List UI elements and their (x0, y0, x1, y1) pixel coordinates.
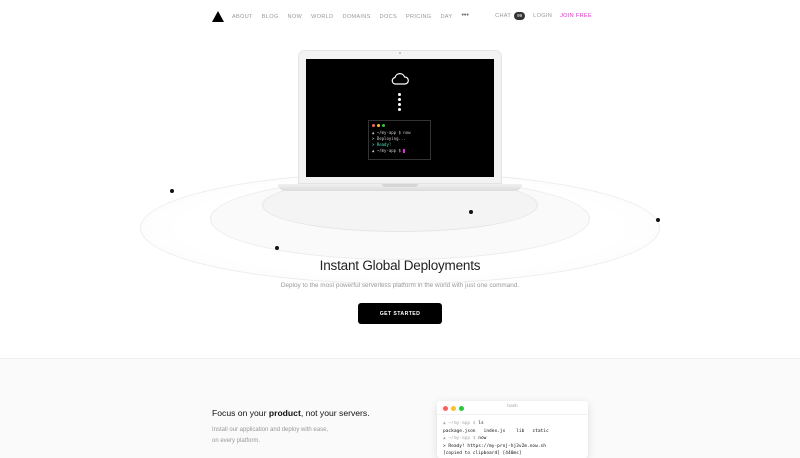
minimize-dot-icon (377, 124, 380, 127)
chat-link[interactable]: CHAT (495, 13, 511, 19)
nav-actions: CHAT 99 LOGIN JOIN FREE (495, 12, 592, 20)
nav-link-day[interactable]: DAY (440, 13, 452, 21)
terminal-prompt: ▲ ~/my-app $ (372, 148, 404, 153)
window-controls (372, 124, 427, 127)
nav-link-now[interactable]: NOW (288, 13, 303, 21)
terminal-line: ▲ ~/my-app $ (372, 148, 427, 154)
more-dots-icon[interactable]: ••• (461, 12, 468, 21)
nav-link-pricing[interactable]: PRICING (406, 13, 431, 21)
orbit-dot (275, 246, 279, 250)
laptop-notch (382, 184, 418, 187)
hero-subtitle: Deploy to the most powerful serverless p… (280, 282, 520, 289)
terminal-titlebar: bash (437, 401, 588, 415)
nav-links: ABOUT BLOG NOW WORLD DOMAINS DOCS PRICIN… (232, 12, 469, 21)
nav-link-blog[interactable]: BLOG (262, 13, 279, 21)
get-started-button[interactable]: GET STARTED (358, 303, 442, 324)
maximize-dot-icon (382, 124, 385, 127)
feature-section (0, 358, 800, 458)
nav-link-world[interactable]: WORLD (311, 13, 333, 21)
top-nav: ABOUT BLOG NOW WORLD DOMAINS DOCS PRICIN… (0, 0, 800, 34)
close-dot-icon (372, 124, 375, 127)
terminal-line: ▲ ~/my-app $ now (443, 436, 487, 441)
cursor (403, 149, 406, 153)
nav-link-about[interactable]: ABOUT (232, 13, 253, 21)
chat-count-badge: 99 (514, 12, 526, 20)
feature-title-bold: product (268, 408, 301, 418)
login-link[interactable]: LOGIN (533, 13, 552, 19)
terminal-output: ▲ ~/my-app $ ls package.json index.js li… (437, 415, 588, 458)
feature-title: Focus on your product, not your servers. (212, 408, 370, 418)
terminal-line: [copied to clipboard] [440ms] (443, 451, 522, 456)
logo-triangle-icon[interactable] (212, 11, 224, 22)
terminal-line: package.json index.js lib static (443, 428, 549, 434)
orbit-dot (170, 189, 174, 193)
terminal-title: bash (507, 404, 518, 409)
feature-description: Install our application and deploy with … (212, 427, 329, 444)
bash-terminal-window: bash ▲ ~/my-app $ ls package.json index.… (437, 401, 588, 458)
orbit-dot (469, 210, 473, 214)
nav-link-domains[interactable]: DOMAINS (342, 13, 370, 21)
screen-terminal: ▲ ~/my-app $ now > Deploying... > Ready!… (368, 120, 431, 160)
laptop-camera (399, 52, 401, 54)
orbit-dot (656, 218, 660, 222)
deploy-progress-dots (398, 93, 402, 113)
nav-link-docs[interactable]: DOCS (380, 13, 397, 21)
terminal-line: ▲ ~/my-app $ ls (443, 421, 484, 426)
terminal-line: > Ready! https://my-proj-hj3v2m.now.sh (443, 443, 546, 449)
cloud-icon (391, 73, 409, 85)
join-free-link[interactable]: JOIN FREE (560, 13, 592, 19)
hero-title: Instant Global Deployments (319, 258, 481, 273)
